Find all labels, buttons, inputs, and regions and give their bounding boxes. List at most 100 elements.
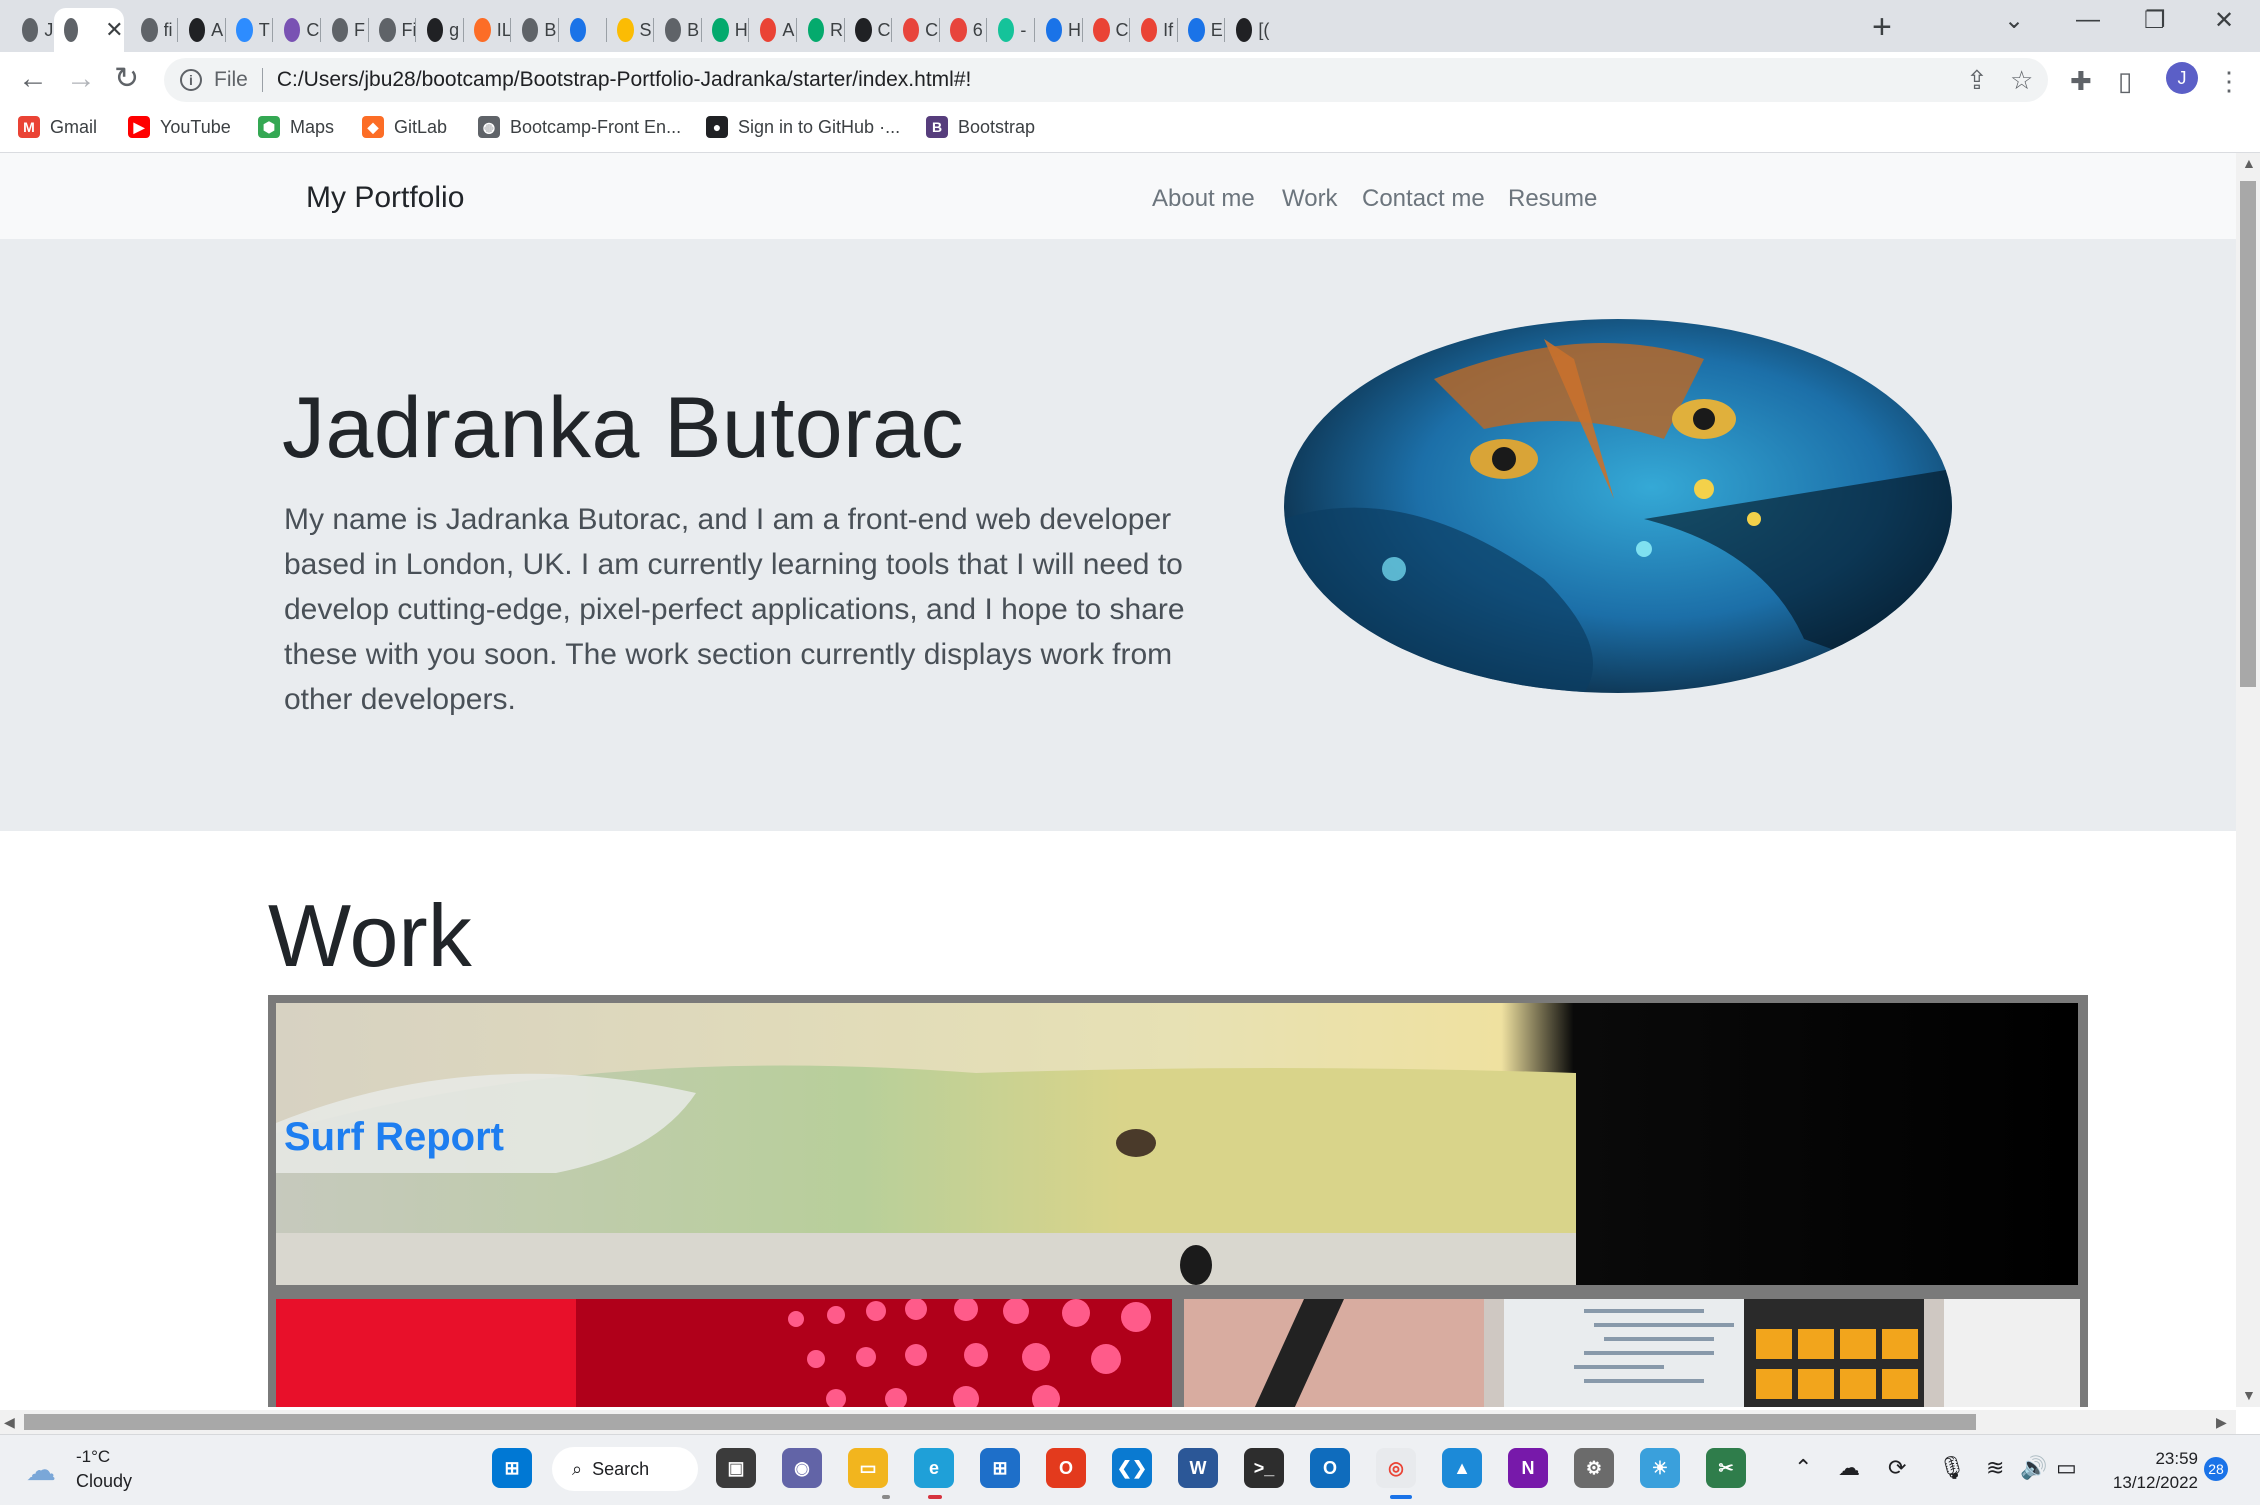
horizontal-scroll-thumb[interactable]	[24, 1414, 1976, 1430]
browser-tab[interactable]: S	[607, 8, 653, 52]
task-view-icon[interactable]: ▣	[716, 1448, 756, 1488]
file-explorer-icon[interactable]: ▭	[848, 1448, 888, 1488]
browser-tab[interactable]: IL	[464, 8, 510, 52]
horizontal-scrollbar[interactable]: ◀ ▶	[0, 1410, 2236, 1434]
browser-tab[interactable]: R	[798, 8, 844, 52]
scroll-up-icon[interactable]: ▲	[2242, 155, 2256, 171]
browser-tab[interactable]: If	[1131, 8, 1177, 52]
browser-tab[interactable]: C	[274, 8, 320, 52]
browser-tab[interactable]: C	[845, 8, 891, 52]
project-card-surf-report[interactable]: Surf Report	[276, 1003, 2078, 1285]
weather-description[interactable]: Cloudy	[76, 1471, 132, 1492]
back-button[interactable]: ←	[18, 62, 48, 96]
microphone-icon[interactable]: 🎙	[1938, 1455, 1966, 1481]
browser-tab[interactable]: H	[1036, 8, 1082, 52]
scroll-right-icon[interactable]: ▶	[2216, 1414, 2227, 1431]
browser-tab[interactable]: E	[1178, 8, 1224, 52]
reload-button[interactable]: ↻	[114, 62, 139, 96]
browser-tab[interactable]: A	[750, 8, 796, 52]
browser-tab[interactable]: Ja	[12, 8, 58, 52]
url-text[interactable]: C:/Users/jbu28/bootcamp/Bootstrap-Portfo…	[277, 68, 972, 92]
weather-app-icon[interactable]: ☀	[1640, 1448, 1680, 1488]
project-card-led-lights[interactable]	[276, 1299, 1172, 1407]
browser-tab[interactable]: [(	[1226, 8, 1272, 52]
browser-tab[interactable]: F	[322, 8, 368, 52]
battery-icon[interactable]: ▭	[2056, 1455, 2077, 1481]
terminal-icon[interactable]: >_	[1244, 1448, 1284, 1488]
weather-temperature[interactable]: -1°C	[76, 1447, 110, 1467]
grammarly-icon	[998, 18, 1015, 42]
browser-tab[interactable]: T	[226, 8, 272, 52]
close-tab-icon[interactable]: ✕	[105, 17, 123, 43]
browser-tab[interactable]: C	[893, 8, 939, 52]
photos-icon[interactable]: ▲	[1442, 1448, 1482, 1488]
teams-chat-icon[interactable]: ◉	[782, 1448, 822, 1488]
cloud-weather-icon[interactable]: ☁	[26, 1453, 56, 1488]
address-bar[interactable]: i File C:/Users/jbu28/bootcamp/Bootstrap…	[164, 58, 2048, 102]
nav-work[interactable]: Work	[1282, 185, 1338, 213]
nav-contact-me[interactable]: Contact me	[1362, 185, 1485, 213]
profile-avatar[interactable]: J	[2166, 62, 2198, 94]
word-icon[interactable]: W	[1178, 1448, 1218, 1488]
nav-resume[interactable]: Resume	[1508, 185, 1597, 213]
browser-tab[interactable]: -	[988, 8, 1034, 52]
scroll-left-icon[interactable]: ◀	[4, 1414, 15, 1431]
browser-tab[interactable]: H	[702, 8, 748, 52]
vertical-scroll-thumb[interactable]	[2240, 181, 2256, 687]
project-label-surf-report[interactable]: Surf Report	[284, 1115, 504, 1160]
nav-about-me[interactable]: About me	[1152, 185, 1255, 213]
notification-badge[interactable]: 28	[2204, 1457, 2228, 1481]
side-panel-icon[interactable]: ▯	[2118, 66, 2132, 97]
bookmark-item[interactable]: ▶ YouTube	[128, 116, 231, 138]
browser-tab[interactable]: g	[417, 8, 463, 52]
bookmark-item[interactable]: M Gmail	[18, 116, 97, 138]
tab-search-icon[interactable]: ⌄	[2004, 6, 2024, 35]
onedrive-icon[interactable]: ☁	[1838, 1455, 1860, 1481]
bookmark-item[interactable]: ● Sign in to GitHub ·...	[706, 116, 900, 138]
snipping-tool-icon[interactable]: ✂	[1706, 1448, 1746, 1488]
start-button[interactable]: ⊞	[492, 1448, 532, 1488]
browser-tab[interactable]	[560, 8, 606, 52]
outlook-icon[interactable]: O	[1310, 1448, 1350, 1488]
wifi-icon[interactable]: ≋	[1986, 1455, 2004, 1481]
browser-tab[interactable]: B	[655, 8, 701, 52]
browser-tab[interactable]: A	[179, 8, 225, 52]
minimize-button[interactable]: —	[2076, 6, 2100, 34]
settings-gear-icon[interactable]: ⚙	[1574, 1448, 1614, 1488]
site-brand[interactable]: My Portfolio	[306, 181, 464, 215]
taskbar-search[interactable]: ⌕ Search	[552, 1447, 698, 1491]
onenote-icon[interactable]: N	[1508, 1448, 1548, 1488]
share-icon[interactable]: ⇪	[1966, 65, 1988, 96]
scroll-down-icon[interactable]: ▼	[2242, 1387, 2256, 1403]
browser-tab[interactable]: Fi	[369, 8, 415, 52]
search-label: Search	[592, 1458, 650, 1479]
office-icon[interactable]: O	[1046, 1448, 1086, 1488]
restore-button[interactable]: ❐	[2144, 6, 2166, 35]
bookmark-item[interactable]: B Bootstrap	[926, 116, 1035, 138]
browser-tab[interactable]: C	[1083, 8, 1129, 52]
volume-icon[interactable]: 🔊	[2020, 1455, 2047, 1481]
system-clock[interactable]: 23:59 13/12/2022	[2100, 1447, 2198, 1495]
bookmark-star-icon[interactable]: ☆	[2010, 65, 2033, 96]
sync-icon[interactable]: ⟳	[1888, 1455, 1906, 1481]
chrome-icon[interactable]: ◎	[1376, 1448, 1416, 1488]
store-icon[interactable]: ⊞	[980, 1448, 1020, 1488]
show-hidden-icons[interactable]: ⌃	[1794, 1455, 1812, 1481]
forward-button[interactable]: →	[66, 62, 96, 96]
bookmark-item[interactable]: ⬢ Maps	[258, 116, 334, 138]
bookmark-item[interactable]: ◍ Bootcamp-Front En...	[478, 116, 681, 138]
vertical-scrollbar[interactable]: ▲ ▼	[2236, 153, 2260, 1407]
browser-tab[interactable]: ✕	[53, 8, 124, 52]
edge-icon[interactable]: e	[914, 1448, 954, 1488]
browser-tab[interactable]: B	[512, 8, 558, 52]
site-info-icon[interactable]: i	[180, 69, 202, 91]
extensions-icon[interactable]: ✚	[2070, 66, 2092, 97]
browser-tab[interactable]: fi	[131, 8, 177, 52]
project-card-calculator[interactable]	[1184, 1299, 2080, 1407]
bookmark-item[interactable]: ◆ GitLab	[362, 116, 447, 138]
menu-icon[interactable]: ⋮	[2216, 66, 2242, 97]
browser-tab[interactable]: 6	[940, 8, 986, 52]
close-window-button[interactable]: ✕	[2214, 6, 2234, 35]
vscode-icon[interactable]: ❮❯	[1112, 1448, 1152, 1488]
new-tab-button[interactable]: +	[1872, 10, 1892, 44]
